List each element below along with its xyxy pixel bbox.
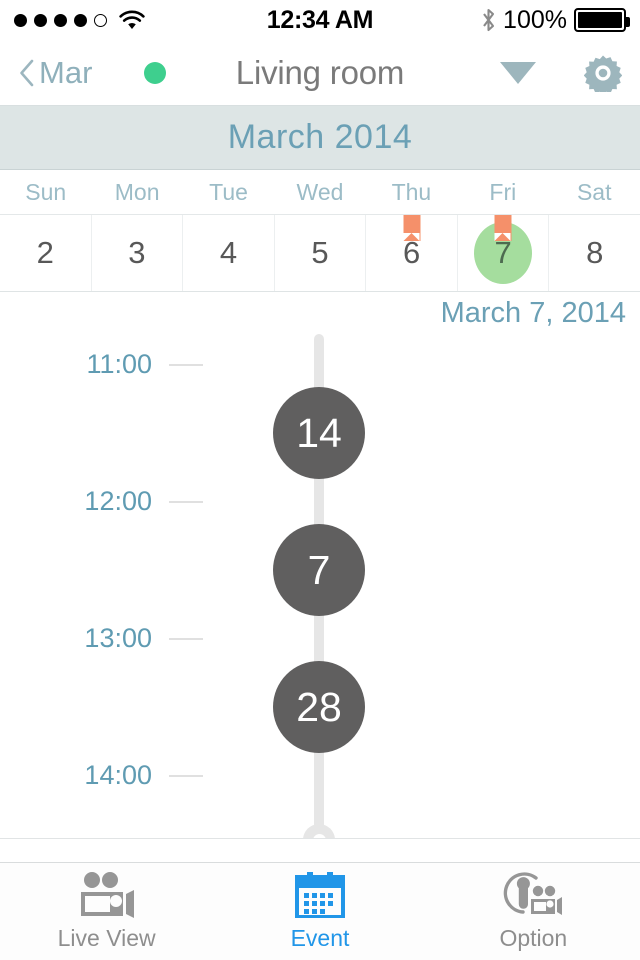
timeline-event-bubble[interactable]: 28 <box>273 661 365 753</box>
timeline-tick-dash <box>169 774 203 777</box>
event-timeline: 11:00 12:00 13:00 14:00 14 7 28 <box>0 334 640 839</box>
calendar-day-number: 8 <box>586 235 604 270</box>
timeline-tick: 12:00 <box>32 486 203 517</box>
timeline-tick: 13:00 <box>32 623 203 654</box>
timeline-tick-dash <box>169 363 203 366</box>
wifi-icon <box>118 10 146 30</box>
weekday-thu: Thu <box>391 179 432 205</box>
calendar-day-cell[interactable]: 3 <box>92 215 184 291</box>
month-title: March 2014 <box>227 118 413 156</box>
weekday-fri: Fri <box>489 179 517 205</box>
navigation-bar: Mar Living room <box>0 40 640 106</box>
timeline-tick-dash <box>169 500 203 503</box>
weekday-wed: Wed <box>296 179 344 205</box>
bluetooth-icon <box>481 8 496 32</box>
calendar-day-cell[interactable]: 6 <box>366 215 458 291</box>
timeline-tick-label: 12:00 <box>84 486 152 516</box>
back-button[interactable]: Mar <box>18 55 92 91</box>
timeline-tick-dash <box>169 637 203 640</box>
timeline-end-icon <box>303 824 335 838</box>
tab-event[interactable]: Event <box>213 863 426 960</box>
timeline-event-bubble[interactable]: 14 <box>273 387 365 479</box>
calendar-day-cell[interactable]: 8 <box>549 215 640 291</box>
bottom-tab-bar: Live View Event Option <box>0 862 640 960</box>
event-marker-icon <box>494 215 512 241</box>
calendar-day-number: 4 <box>219 235 238 270</box>
calendar-day-number: 3 <box>128 235 146 270</box>
timeline-tick: 11:00 <box>32 349 203 380</box>
tab-live-view[interactable]: Live View <box>0 863 213 960</box>
app-screen: 12:34 AM 100% Mar Living room March 2014… <box>0 0 640 960</box>
signal-dot-2 <box>34 13 47 27</box>
timeline-tick: 14:00 <box>32 760 203 791</box>
signal-dot-3 <box>54 13 67 27</box>
status-bar-right: 100% <box>481 5 630 35</box>
battery-icon <box>574 8 630 32</box>
calendar-day-number: 2 <box>36 235 54 270</box>
tab-option[interactable]: Option <box>427 863 640 960</box>
timeline-tick-label: 13:00 <box>84 623 152 653</box>
tab-label-event: Event <box>290 924 350 951</box>
wrench-camera-icon <box>502 871 564 918</box>
weekday-sat: Sat <box>576 179 612 205</box>
tab-label-option: Option <box>499 924 568 951</box>
tab-label-live-view: Live View <box>57 924 156 951</box>
selected-date-label: March 7, 2014 <box>0 292 640 334</box>
back-button-label: Mar <box>39 54 93 90</box>
status-bar: 12:34 AM 100% <box>0 0 640 40</box>
connection-status-dot <box>144 61 167 84</box>
battery-percent-label: 100% <box>503 5 567 34</box>
chevron-left-icon <box>18 58 35 88</box>
navigation-bar-right <box>500 54 623 95</box>
caret-down-icon[interactable] <box>500 61 536 84</box>
signal-dot-1 <box>14 13 27 27</box>
timeline-event-count: 14 <box>296 409 342 456</box>
calendar-day-cell-selected[interactable]: 7 <box>458 215 550 291</box>
video-camera-icon <box>76 871 138 918</box>
calendar-day-cell[interactable]: 2 <box>0 215 92 291</box>
weekday-tue: Tue <box>209 179 248 205</box>
status-bar-left <box>14 10 146 30</box>
timeline-tick-label: 11:00 <box>86 349 152 379</box>
timeline-event-bubble[interactable]: 7 <box>273 524 365 616</box>
event-marker-icon <box>403 215 421 241</box>
calendar-day-number: 5 <box>311 235 329 270</box>
signal-dot-4 <box>74 13 87 27</box>
month-header[interactable]: March 2014 <box>0 106 640 170</box>
calendar-day-cell[interactable]: 4 <box>183 215 275 291</box>
weekday-mon: Mon <box>114 179 160 205</box>
gear-icon[interactable] <box>583 54 623 95</box>
timeline-tick-label: 14:00 <box>84 760 152 790</box>
timeline-event-count: 7 <box>307 546 331 593</box>
calendar-icon <box>294 871 345 918</box>
timeline-event-count: 28 <box>296 683 342 730</box>
signal-dot-5 <box>94 13 107 27</box>
weekday-sun: Sun <box>25 179 67 205</box>
calendar-day-row: 2 3 4 5 6 7 8 <box>0 214 640 292</box>
weekday-header-row: Sun Mon Tue Wed Thu Fri Sat <box>0 170 640 214</box>
calendar-day-cell[interactable]: 5 <box>275 215 367 291</box>
